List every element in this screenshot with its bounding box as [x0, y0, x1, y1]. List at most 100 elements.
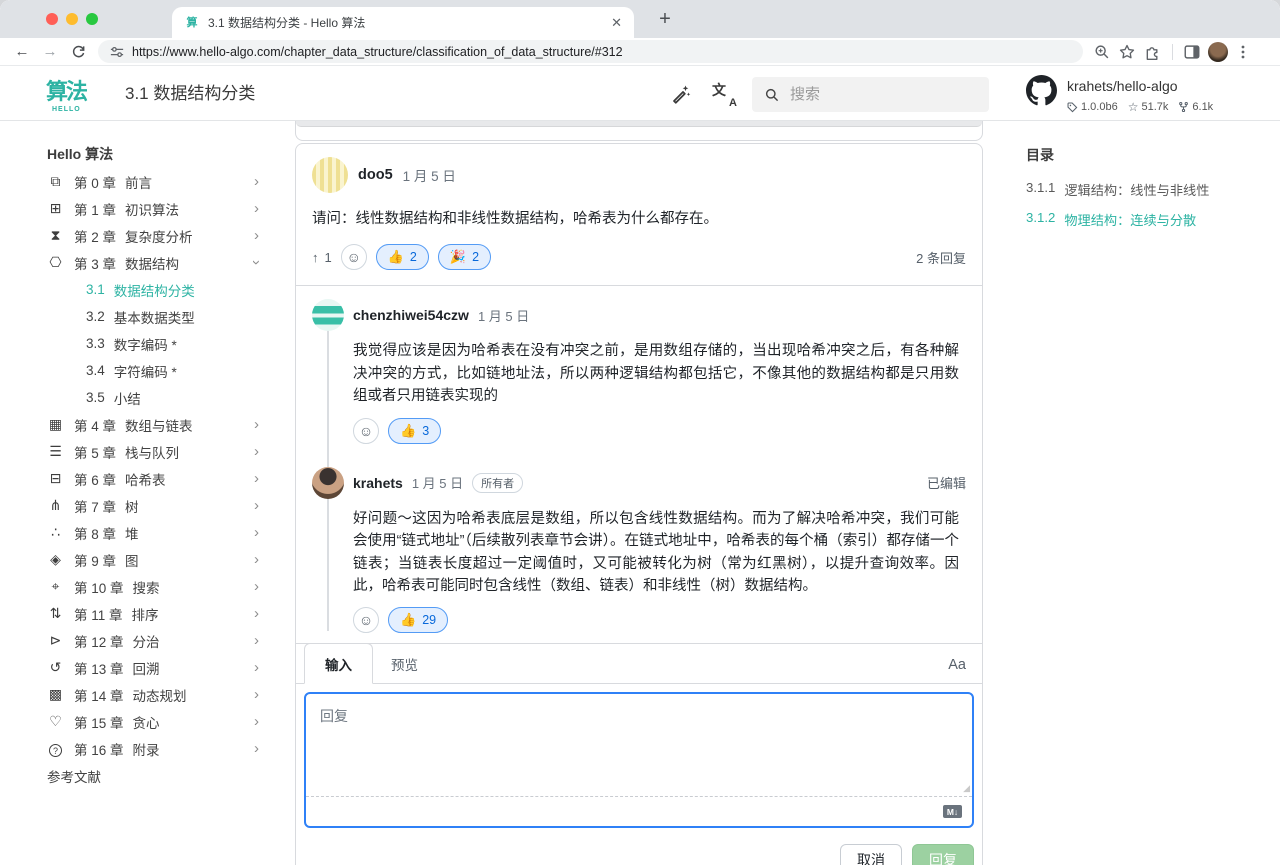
- sidebar-item-3-5[interactable]: 3.5小结: [47, 384, 259, 411]
- smiley-icon: ☺: [359, 423, 373, 439]
- reaction-tada[interactable]: 🎉2: [438, 244, 491, 270]
- window-controls: [46, 13, 98, 25]
- reply-author[interactable]: krahets: [353, 475, 403, 491]
- url-text: https://www.hello-algo.com/chapter_data_…: [132, 45, 623, 59]
- chevron-right-icon: ›: [254, 470, 259, 487]
- divide-conquer-icon: ⊳: [47, 632, 64, 649]
- upvote-arrow-icon: ↑: [312, 250, 319, 265]
- sidebar-item-ch4[interactable]: ▦第 4 章数组与链表›: [47, 411, 259, 438]
- text-format-icon[interactable]: Aa: [940, 647, 974, 683]
- sidebar-item-ch9[interactable]: ◈第 9 章图›: [47, 546, 259, 573]
- sidebar-item-ch16[interactable]: ?第 16 章附录›: [47, 735, 259, 762]
- chevron-down-icon: ›: [248, 260, 265, 265]
- theme-toggle-icon[interactable]: [668, 82, 692, 106]
- repo-stars: ☆ 51.7k: [1128, 100, 1169, 114]
- sidebar-item-ch10[interactable]: ⌖第 10 章搜索›: [47, 573, 259, 600]
- maximize-window-button[interactable]: [86, 13, 98, 25]
- markdown-icon[interactable]: M↓: [943, 805, 962, 818]
- side-panel-icon[interactable]: [1183, 43, 1201, 61]
- sidebar-item-3-4[interactable]: 3.4字符编码 *: [47, 357, 259, 384]
- table-of-contents: 目录 3.1.1逻辑结构：线性与非线性 3.1.2物理结构：连续与分散: [1026, 141, 1256, 229]
- sidebar-item-ch13[interactable]: ↺第 13 章回溯›: [47, 654, 259, 681]
- avatar[interactable]: [312, 299, 344, 331]
- sidebar-item-3-1[interactable]: 3.1数据结构分类: [47, 276, 259, 303]
- bookmark-star-icon[interactable]: [1118, 43, 1136, 61]
- reply-textarea[interactable]: [306, 694, 972, 796]
- replies-count: 2 条回复: [916, 248, 966, 267]
- sidebar-item-ch0[interactable]: ⧉第 0 章前言›: [47, 168, 259, 195]
- comment-author[interactable]: doo5: [358, 167, 393, 183]
- star-icon: ☆: [1128, 100, 1139, 114]
- reaction-thumbsup[interactable]: 👍2: [376, 244, 429, 270]
- reaction-thumbsup[interactable]: 👍3: [388, 418, 441, 444]
- sidebar-item-ch2[interactable]: ⧗第 2 章复杂度分析›: [47, 222, 259, 249]
- browser-tab[interactable]: 算 3.1 数据结构分类 - Hello 算法 ✕: [172, 7, 634, 38]
- forward-icon[interactable]: →: [36, 43, 64, 60]
- chevron-right-icon: ›: [254, 659, 259, 676]
- tab-close-icon[interactable]: ✕: [611, 15, 622, 31]
- menu-kebab-icon[interactable]: [1235, 44, 1251, 60]
- search-chapter-icon: ⌖: [47, 578, 64, 595]
- search-input[interactable]: [790, 86, 960, 103]
- close-window-button[interactable]: [46, 13, 58, 25]
- sidebar-item-ch15[interactable]: ♡第 15 章贪心›: [47, 708, 259, 735]
- chevron-right-icon: ›: [254, 200, 259, 217]
- sidebar-item-ch8[interactable]: ∴第 8 章堆›: [47, 519, 259, 546]
- reply-submit-button[interactable]: 回复: [912, 844, 974, 865]
- back-icon[interactable]: ←: [8, 43, 36, 60]
- reply-body: 我觉得应该是因为哈希表在没有冲突之前，是用数组存储的，当出现哈希冲突之后，有各种…: [353, 340, 959, 407]
- language-switch-icon[interactable]: 文A: [712, 83, 736, 107]
- repo-link[interactable]: krahets/hello-algo 1.0.0b6 ☆ 51.7k 6.1k: [1026, 75, 1213, 114]
- sidebar-item-ch1[interactable]: ⊞第 1 章初识算法›: [47, 195, 259, 222]
- reload-icon[interactable]: [64, 44, 92, 59]
- sidebar-item-ch7[interactable]: ⋔第 7 章树›: [47, 492, 259, 519]
- add-reaction-button[interactable]: ☺: [341, 244, 367, 270]
- cancel-button[interactable]: 取消: [840, 844, 902, 865]
- tab-preview[interactable]: 预览: [373, 644, 436, 683]
- sort-icon: ⇅: [47, 605, 64, 622]
- calculator-icon: ⊞: [47, 200, 64, 217]
- tag-icon: [1067, 102, 1078, 113]
- sidebar-item-ch5[interactable]: ☰第 5 章栈与队列›: [47, 438, 259, 465]
- sidebar-item-ch14[interactable]: ▩第 14 章动态规划›: [47, 681, 259, 708]
- minimize-window-button[interactable]: [66, 13, 78, 25]
- sidebar-item-ch12[interactable]: ⊳第 12 章分治›: [47, 627, 259, 654]
- site-settings-icon[interactable]: [110, 45, 124, 59]
- zoom-icon[interactable]: [1093, 43, 1111, 61]
- toolbar-divider: [1172, 44, 1173, 60]
- sidebar-item-ch6[interactable]: ⊟第 6 章哈希表›: [47, 465, 259, 492]
- tab-write[interactable]: 输入: [304, 643, 373, 684]
- hello-algo-logo[interactable]: 算法HELLO: [46, 77, 108, 113]
- fork-icon: [1178, 101, 1189, 113]
- url-bar[interactable]: https://www.hello-algo.com/chapter_data_…: [98, 40, 1083, 63]
- sidebar-item-3-2[interactable]: 3.2基本数据类型: [47, 303, 259, 330]
- chevron-right-icon: ›: [254, 740, 259, 757]
- profile-avatar[interactable]: [1208, 42, 1228, 62]
- avatar[interactable]: [312, 157, 348, 193]
- sidebar-item-ch3[interactable]: ⎔第 3 章数据结构›: [47, 249, 259, 276]
- site-search[interactable]: [752, 77, 989, 112]
- greedy-icon: ♡: [47, 713, 64, 730]
- edited-label: 已编辑: [927, 473, 966, 492]
- reply-author[interactable]: chenzhiwei54czw: [353, 307, 469, 323]
- toc-item-3-1-1[interactable]: 3.1.1逻辑结构：线性与非线性: [1026, 180, 1256, 199]
- hashtable-icon: ⊟: [47, 470, 64, 487]
- extensions-icon[interactable]: [1143, 42, 1162, 61]
- sidebar-nav: Hello 算法 ⧉第 0 章前言› ⊞第 1 章初识算法› ⧗第 2 章复杂度…: [47, 140, 259, 789]
- owner-badge: 所有者: [472, 473, 523, 493]
- reply-editor: 输入 预览 Aa ◢ M↓ 取消 回复: [296, 643, 982, 865]
- upvote-button[interactable]: ↑1: [312, 250, 332, 265]
- sidebar-item-ch11[interactable]: ⇅第 11 章排序›: [47, 600, 259, 627]
- add-reaction-button[interactable]: ☺: [353, 607, 379, 633]
- sidebar-item-3-3[interactable]: 3.3数字编码 *: [47, 330, 259, 357]
- previous-card-sliver: [295, 121, 983, 141]
- add-reaction-button[interactable]: ☺: [353, 418, 379, 444]
- new-tab-button[interactable]: +: [652, 6, 678, 32]
- toc-item-3-1-2[interactable]: 3.1.2物理结构：连续与分散: [1026, 210, 1256, 229]
- search-icon: [764, 87, 780, 103]
- stack-icon: ☰: [47, 443, 64, 460]
- sidebar-item-references[interactable]: 参考文献: [47, 762, 259, 789]
- avatar[interactable]: [312, 467, 344, 499]
- resize-grip-icon[interactable]: ◢: [963, 783, 970, 794]
- reaction-thumbsup[interactable]: 👍29: [388, 607, 448, 633]
